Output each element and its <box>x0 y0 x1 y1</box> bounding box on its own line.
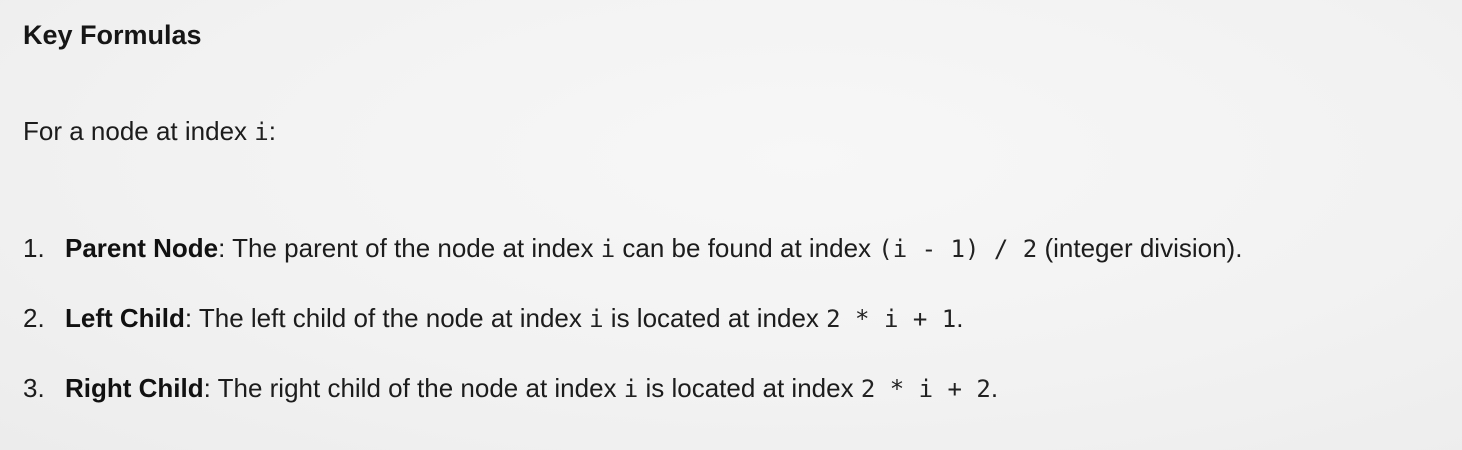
description-text: is located at index <box>603 303 827 333</box>
intro-paragraph: For a node at index i: <box>23 114 276 149</box>
inline-code-index: i <box>623 375 639 403</box>
inline-code-formula: 2 * i + 1 <box>826 305 957 333</box>
description-text: can be found at index <box>615 233 879 263</box>
list-item-right-child: 3. Right Child: The right child of the no… <box>23 371 1242 405</box>
description-text: : The left child of the node at index <box>184 303 590 333</box>
list-number: 2. <box>23 303 45 333</box>
document-body: Key Formulas For a node at index i: 1. Pa… <box>23 0 1462 450</box>
section-heading: Key Formulas <box>23 20 202 50</box>
description-text: . <box>990 373 999 403</box>
term-label: Parent Node <box>65 233 219 263</box>
list-item-left-child: 2. Left Child: The left child of the node… <box>23 301 1242 335</box>
description-text: (integer division). <box>1037 233 1243 263</box>
list-number: 3. <box>23 373 45 403</box>
inline-code-formula: 2 * i + 2 <box>860 375 991 403</box>
list-item-parent-node: 1. Parent Node: The parent of the node at… <box>23 231 1242 265</box>
description-text: : The parent of the node at index <box>218 233 601 263</box>
list-number: 1. <box>23 233 45 263</box>
intro-text: For a node at index <box>23 116 255 146</box>
inline-code-index: i <box>589 305 604 333</box>
description-text: : The right child of the node at index <box>203 373 624 403</box>
intro-colon: : <box>268 116 276 146</box>
term-label: Left Child <box>65 303 185 333</box>
inline-code-index: i <box>254 118 269 146</box>
term-label: Right Child <box>65 373 204 403</box>
inline-code-formula: (i - 1) / 2 <box>878 235 1038 263</box>
inline-code-index: i <box>600 235 616 263</box>
formula-list: 1. Parent Node: The parent of the node at… <box>23 231 1242 441</box>
description-text: is located at index <box>638 373 861 403</box>
description-text: . <box>956 303 964 333</box>
